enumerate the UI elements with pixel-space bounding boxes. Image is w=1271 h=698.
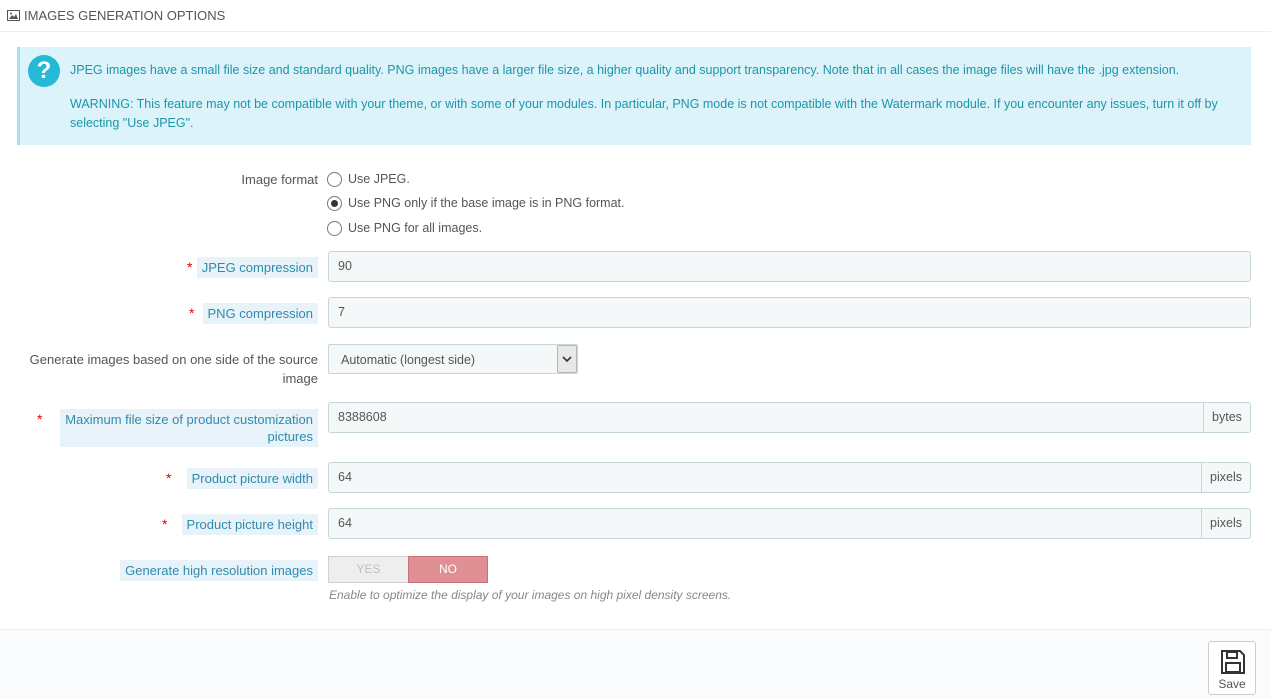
max-file-size-label-line2: pictures: [267, 429, 313, 444]
png-compression-label: PNG compression: [202, 303, 318, 324]
generate-side-label-line2: image: [282, 371, 318, 386]
jpeg-compression-label: JPEG compression: [196, 257, 318, 278]
high-res-label: Generate high resolution images: [120, 560, 318, 581]
radio-button[interactable]: [327, 221, 342, 236]
switch-no-option[interactable]: NO: [408, 556, 488, 583]
required-mark: *: [166, 470, 172, 486]
floppy-disk-icon: [1221, 650, 1245, 674]
pixels-addon: pixels: [1202, 508, 1251, 539]
picture-width-input[interactable]: 64: [328, 462, 1202, 493]
info-alert: ? JPEG images have a small file size and…: [17, 47, 1251, 145]
picture-height-label: Product picture height: [181, 514, 318, 535]
required-mark: *: [187, 259, 193, 275]
bytes-addon: bytes: [1204, 402, 1251, 433]
radio-label[interactable]: Use PNG for all images.: [348, 221, 482, 235]
picture-height-input[interactable]: 64: [328, 508, 1202, 539]
panel-footer: [0, 629, 1271, 698]
required-mark: *: [37, 411, 43, 427]
save-button[interactable]: Save: [1208, 641, 1256, 695]
picture-width-label: Product picture width: [186, 468, 318, 489]
high-res-help-text: Enable to optimize the display of your i…: [329, 588, 732, 602]
panel-heading: IMAGES GENERATION OPTIONS: [0, 0, 1271, 32]
alert-paragraph-2: WARNING: This feature may not be compati…: [70, 97, 1218, 130]
high-res-switch[interactable]: YES NO: [328, 556, 488, 583]
select-value[interactable]: Automatic (longest side): [341, 353, 475, 367]
chevron-down-icon[interactable]: [557, 345, 577, 373]
radio-button[interactable]: [327, 172, 342, 187]
alert-paragraph-1: JPEG images have a small file size and s…: [70, 63, 1180, 77]
panel-title: IMAGES GENERATION OPTIONS: [24, 8, 226, 23]
required-mark: *: [189, 305, 195, 321]
max-file-size-input[interactable]: 8388608: [328, 402, 1204, 433]
generate-side-label: Generate images based on one side of the…: [30, 350, 318, 388]
generate-side-label-line1: Generate images based on one side of the…: [29, 352, 318, 367]
png-compression-input[interactable]: 7: [328, 297, 1251, 328]
max-file-size-label-line1: Maximum file size of product customizati…: [65, 412, 313, 427]
switch-yes-option[interactable]: YES: [328, 556, 408, 583]
pixels-addon: pixels: [1202, 462, 1251, 493]
max-file-size-label: Maximum file size of product customizati…: [60, 409, 318, 447]
image-format-label: Image format: [241, 172, 318, 187]
radio-button-checked[interactable]: [327, 196, 342, 211]
radio-label[interactable]: Use PNG only if the base image is in PNG…: [348, 196, 625, 210]
generate-side-select[interactable]: Automatic (longest side): [328, 344, 578, 374]
image-icon: [7, 10, 20, 21]
required-mark: *: [162, 516, 168, 532]
radio-label[interactable]: Use JPEG.: [348, 172, 410, 186]
question-icon: ?: [28, 55, 60, 87]
jpeg-compression-input[interactable]: 90: [328, 251, 1251, 282]
save-label[interactable]: Save: [1209, 677, 1255, 691]
